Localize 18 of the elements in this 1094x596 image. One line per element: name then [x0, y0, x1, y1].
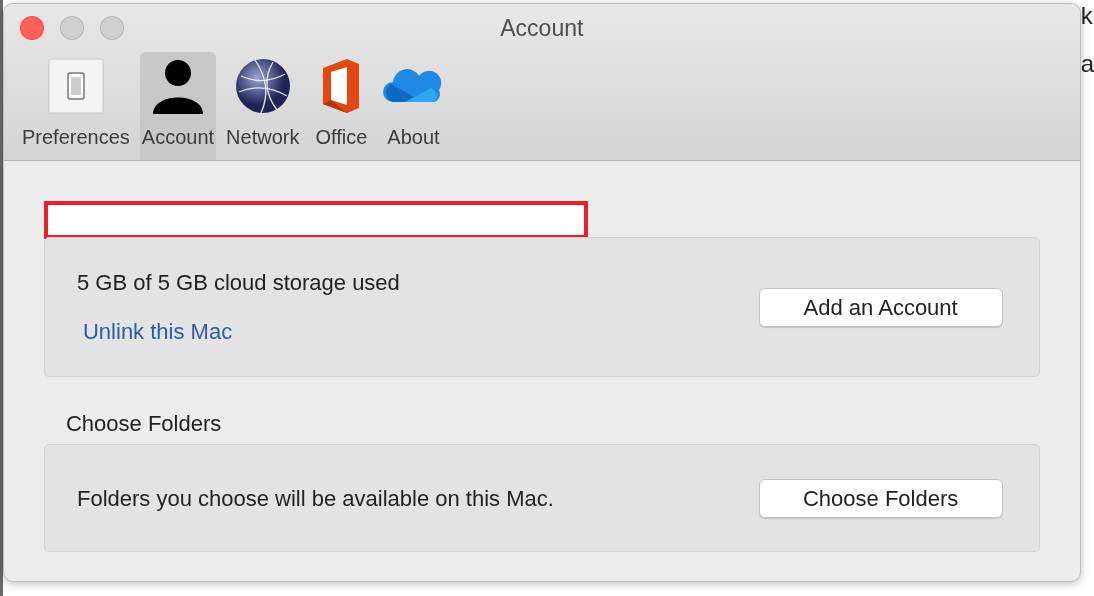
toolbar-tab[interactable]: Office: [309, 52, 374, 160]
folders-text: Folders you choose will be available on this Mac.: [77, 484, 554, 513]
toolbar-tab[interactable]: About: [381, 52, 446, 160]
toolbar-tab[interactable]: Preferences: [20, 52, 132, 160]
minimize-button[interactable]: [60, 16, 84, 40]
background-text: k: [1080, 4, 1093, 28]
section-heading: Choose Folders: [66, 410, 223, 438]
storage-text: 5 GB of 5 GB cloud storage used: [77, 269, 400, 297]
choose-folders-button[interactable]: Choose Folders: [758, 478, 1003, 518]
close-button[interactable]: [20, 16, 44, 40]
zoom-button[interactable]: [100, 16, 124, 40]
unlink-link[interactable]: Unlink this Mac: [83, 315, 400, 348]
add-account-button[interactable]: Add an Account: [758, 287, 1003, 327]
switch-icon: [45, 56, 106, 116]
toolbar-tab[interactable]: Network: [224, 52, 302, 160]
toolbar-tab[interactable]: Account: [139, 52, 217, 160]
background-text: a: [1080, 52, 1094, 76]
window-title: Account: [500, 14, 584, 41]
